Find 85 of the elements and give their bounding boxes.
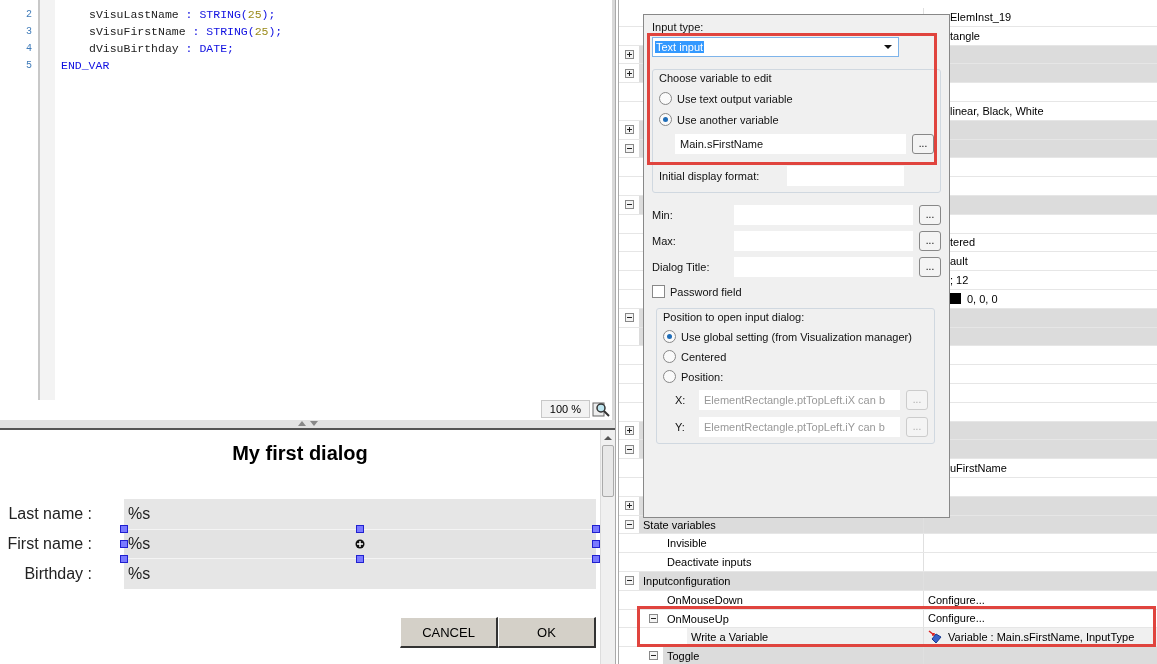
radio-button[interactable] xyxy=(663,370,676,383)
collapse-icon[interactable] xyxy=(648,651,658,661)
zoom-icon[interactable] xyxy=(592,400,610,418)
input-type-label: Input type: xyxy=(652,21,705,33)
dialog-title: My first dialog xyxy=(231,442,369,466)
property-value: Variable : Main.sFirstName, InputType xyxy=(948,630,1135,646)
property-name: Toggle xyxy=(667,650,700,663)
property-name: Write a Variable xyxy=(691,631,769,644)
text-field[interactable]: %s xyxy=(124,559,596,589)
text-field[interactable]: %s xyxy=(124,499,596,529)
property-value: tangle xyxy=(950,28,980,44)
property-value: linear, Black, White xyxy=(950,103,1044,119)
collapse-icon[interactable] xyxy=(648,613,658,623)
line-number: 2 xyxy=(25,8,33,22)
zoom-level[interactable]: 100 % xyxy=(540,400,590,418)
radio-label[interactable]: Use another variable xyxy=(677,113,779,126)
browse-button[interactable]: ... xyxy=(919,257,941,277)
property-value: 0, 0, 0 xyxy=(967,291,998,307)
radio-button[interactable] xyxy=(659,113,672,126)
expand-icon[interactable] xyxy=(624,50,634,59)
field-label: First name : xyxy=(6,534,93,554)
radio-label[interactable]: Use global setting (from Visualization manager) xyxy=(681,330,912,343)
field-label: Dialog Title: xyxy=(652,261,711,273)
format-field[interactable] xyxy=(787,166,904,186)
property-name: OnMouseUp xyxy=(667,612,729,625)
radio-button[interactable] xyxy=(659,92,672,105)
splitter-arrows-icon[interactable] xyxy=(296,420,319,427)
browse-button[interactable]: ... xyxy=(919,205,941,225)
expand-icon[interactable] xyxy=(624,501,634,511)
property-value: ault xyxy=(950,254,968,270)
selection-handle[interactable] xyxy=(356,525,364,533)
field-label: Initial display format: xyxy=(659,170,761,182)
field-label: X: xyxy=(675,394,687,406)
dialog-button[interactable]: OK xyxy=(498,617,596,648)
collapse-icon[interactable] xyxy=(624,143,634,153)
collapse-icon[interactable] xyxy=(624,519,634,529)
browse-button[interactable]: ... xyxy=(912,134,934,154)
expand-icon[interactable] xyxy=(624,425,634,435)
field-label: Max: xyxy=(652,235,677,247)
line-number: 5 xyxy=(25,59,33,73)
radio-button[interactable] xyxy=(663,330,676,343)
radio-label[interactable]: Use text output variable xyxy=(677,92,793,105)
collapse-icon[interactable] xyxy=(624,313,634,323)
radio-button[interactable] xyxy=(663,350,676,363)
group-legend: Position to open input dialog: xyxy=(663,311,928,323)
collapse-icon[interactable] xyxy=(624,576,634,586)
code-line: sVisuLastName : STRING(25); xyxy=(88,7,277,23)
code-line: dVisuBirthday : DATE; xyxy=(88,41,235,57)
property-name: State variables xyxy=(643,518,716,531)
collapse-icon[interactable] xyxy=(624,444,634,454)
property-name: Deactivate inputs xyxy=(667,556,752,569)
property-value: Configure... xyxy=(928,592,985,608)
variable-icon xyxy=(928,630,942,645)
property-value: ; 12 xyxy=(950,273,969,289)
property-name: Inputconfiguration xyxy=(643,574,731,587)
radio-label[interactable]: Position: xyxy=(681,370,724,383)
selection-handle[interactable] xyxy=(356,555,364,563)
radio-label[interactable]: Centered xyxy=(681,350,727,363)
field-label: Birthday : xyxy=(23,564,93,584)
password-checkbox[interactable] xyxy=(652,285,665,298)
scrollbar-thumb[interactable] xyxy=(602,445,614,497)
line-number: 4 xyxy=(25,42,33,56)
property-value: uFirstName xyxy=(950,461,1007,477)
field-label: Last name : xyxy=(7,504,93,524)
expand-icon[interactable] xyxy=(624,125,634,135)
checkbox-label[interactable]: Password field xyxy=(670,285,742,298)
property-name: Invisible xyxy=(667,537,707,550)
group-legend: Choose variable to edit xyxy=(659,72,934,84)
code-line: END_VAR xyxy=(61,58,111,74)
variable-field[interactable]: Main.sFirstName xyxy=(675,134,906,154)
field-label: Min: xyxy=(652,209,674,221)
property-value: ElemInst_19 xyxy=(950,9,1012,25)
collapse-icon[interactable] xyxy=(624,200,634,210)
caret-icon xyxy=(884,45,892,49)
move-handle-icon[interactable] xyxy=(355,539,365,549)
scroll-up-icon[interactable] xyxy=(604,435,612,441)
code-line: sVisuFirstName : STRING(25); xyxy=(88,24,284,40)
field-label: Y: xyxy=(675,421,686,433)
line-number: 3 xyxy=(25,25,33,39)
browse-button[interactable]: ... xyxy=(919,231,941,251)
property-value: Configure... xyxy=(928,611,985,627)
expand-icon[interactable] xyxy=(624,68,634,78)
dialog-button[interactable]: CANCEL xyxy=(400,617,498,648)
property-value: tered xyxy=(950,235,976,251)
property-name: OnMouseDown xyxy=(667,593,743,606)
